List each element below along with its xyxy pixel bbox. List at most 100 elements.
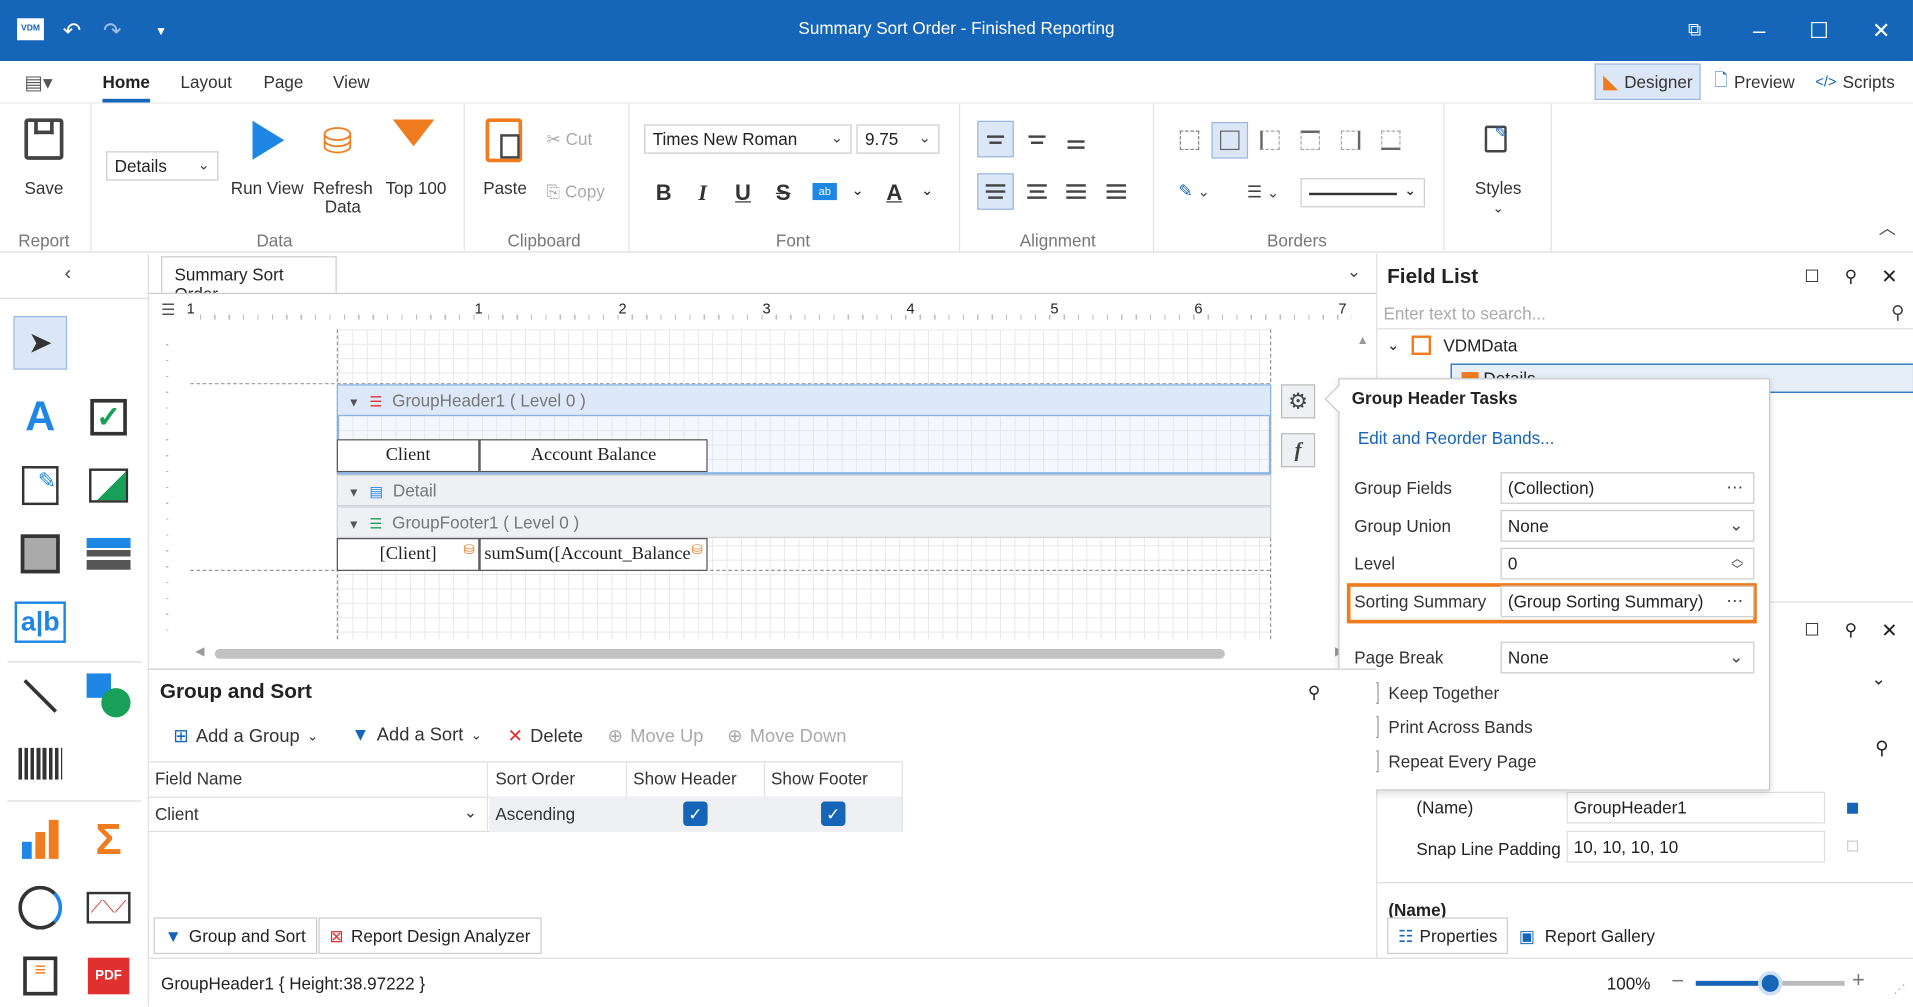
styles-button[interactable]: Styles ⌄ — [1466, 179, 1529, 218]
styles-icon[interactable]: ✎ — [1484, 123, 1508, 153]
close-icon[interactable]: ✕ — [1867, 16, 1896, 45]
tree-item-root[interactable]: ⌄ VDMData — [1387, 335, 1517, 356]
shape-tool[interactable] — [82, 669, 136, 723]
gauge-tool[interactable] — [13, 881, 67, 935]
file-menu-icon[interactable]: ▤▾ — [24, 71, 56, 94]
column-header-order[interactable]: Sort Order — [489, 761, 628, 797]
client-header-cell[interactable]: Client — [336, 439, 480, 473]
chevron-down-icon[interactable]: ⌄ — [1871, 669, 1885, 690]
report-gallery-tab[interactable]: ▣ Report Gallery — [1509, 917, 1665, 954]
maximize-panel-icon[interactable]: ☐ — [1804, 266, 1819, 287]
smart-tag-gear-button[interactable]: ⚙ — [1281, 384, 1316, 419]
underline-button[interactable]: U — [727, 177, 759, 209]
edit-reorder-bands-link[interactable]: Edit and Reorder Bands... — [1358, 428, 1555, 448]
collapse-icon[interactable]: ▼ — [348, 519, 360, 532]
balance-value-cell[interactable]: sumSum([Account_Balance ⛁ — [479, 538, 708, 571]
snap-line-input[interactable]: 10, 10, 10, 10 — [1566, 830, 1826, 863]
collapse-icon[interactable]: ▼ — [348, 487, 360, 500]
chevron-down-icon[interactable]: ⌄ — [921, 182, 933, 199]
align-top-right-button[interactable] — [1058, 126, 1095, 163]
spinner-icon[interactable]: ︿ ﹀ — [1731, 553, 1743, 576]
band-combo[interactable]: Details ⌄ — [106, 151, 219, 181]
ellipsis-icon[interactable]: ⋯ — [1726, 590, 1743, 611]
column-header-show-header[interactable]: Show Header — [627, 761, 765, 797]
border-right-icon[interactable] — [1340, 130, 1361, 151]
move-down-button[interactable]: ⊕ Move Down — [727, 725, 846, 746]
balance-header-cell[interactable]: Account Balance — [479, 439, 708, 473]
group-fields-input[interactable]: (Collection) ⋯ — [1500, 472, 1755, 504]
zoom-out-icon[interactable]: − — [1671, 969, 1684, 995]
client-value-cell[interactable]: [Client] ⛁ — [336, 538, 480, 571]
property-name-input[interactable]: GroupHeader1 — [1566, 791, 1826, 824]
collapse-icon[interactable]: ▼ — [348, 397, 360, 410]
zoom-slider-thumb[interactable] — [1758, 971, 1783, 996]
run-view-icon[interactable] — [252, 120, 285, 160]
page-break-select[interactable]: None ⌄ — [1500, 641, 1755, 674]
horizontal-scroll-thumb[interactable] — [214, 649, 1225, 659]
align-justify-left-button[interactable] — [977, 173, 1014, 210]
detail-band[interactable]: ▼ ▤ Detail — [336, 474, 1272, 507]
border-dash-style-combo[interactable]: ⌄ — [1300, 178, 1425, 208]
resize-grip-icon[interactable]: ⋰ — [1893, 983, 1905, 996]
font-family-combo[interactable]: Times New Roman ⌄ — [644, 124, 852, 154]
pdf-tool[interactable]: PDF — [82, 949, 136, 1003]
line-tool[interactable] — [13, 669, 67, 723]
designer-button[interactable]: ◣ Designer — [1594, 63, 1702, 101]
run-view-button[interactable]: Run View — [227, 179, 308, 197]
align-top-left-button[interactable] — [977, 120, 1014, 158]
ruler-menu-icon[interactable]: ☰ — [161, 300, 175, 320]
font-size-combo[interactable]: 9.75 ⌄ — [856, 124, 940, 154]
refresh-data-icon[interactable]: ⛁ — [322, 121, 361, 165]
label-tool[interactable]: A — [13, 390, 67, 444]
properties-tab[interactable]: ☷ Properties — [1387, 917, 1509, 955]
table-tool[interactable] — [82, 527, 136, 581]
barcode-tool[interactable] — [13, 737, 67, 791]
document-tab[interactable]: Summary Sort Order — [161, 256, 337, 304]
top100-button[interactable]: Top 100 — [381, 179, 452, 197]
sorting-summary-input[interactable]: (Group Sorting Summary) ⋯ — [1500, 585, 1755, 618]
italic-button[interactable]: I — [687, 177, 719, 209]
highlight-color-button[interactable]: ab — [812, 183, 837, 201]
scroll-up-icon[interactable]: ▲ — [1357, 334, 1369, 347]
border-all-button[interactable] — [1211, 122, 1249, 159]
chevron-down-icon[interactable]: ⌄ — [852, 182, 864, 199]
align-top-center-button[interactable] — [1019, 121, 1056, 158]
pin-panel-icon[interactable]: ⚲ — [1308, 682, 1321, 703]
minimize-icon[interactable]: – — [1745, 16, 1774, 45]
level-spinner[interactable]: 0 ︿ ﹀ — [1500, 547, 1755, 580]
tab-view[interactable]: View — [333, 72, 370, 92]
add-group-button[interactable]: ⊞ Add a Group ⌄ — [173, 725, 318, 746]
field-name-select[interactable]: Client ⌄ — [149, 796, 488, 833]
richtext-tool[interactable]: ✎ — [13, 459, 67, 513]
align-right-button[interactable] — [1058, 173, 1095, 210]
strikethrough-button[interactable]: S — [767, 177, 799, 209]
close-panel-icon[interactable]: ✕ — [1881, 619, 1897, 643]
summary-tool[interactable]: Σ — [82, 813, 136, 867]
border-bottom-icon[interactable] — [1381, 130, 1401, 151]
maximize-panel-icon[interactable]: ☐ — [1804, 620, 1819, 641]
add-sort-button[interactable]: ▼ Add a Sort ⌄ — [351, 725, 482, 746]
save-icon[interactable] — [24, 118, 64, 160]
cut-button[interactable]: ✂ Cut — [547, 130, 593, 149]
scripts-button[interactable]: </> Scripts — [1807, 63, 1904, 100]
group-footer-band[interactable]: ▼ ☰ GroupFooter1 ( Level 0 ) — [336, 506, 1272, 539]
column-header-show-footer[interactable]: Show Footer — [765, 761, 903, 797]
field-search-input[interactable]: Enter text to search... ⚲ — [1377, 298, 1913, 330]
column-header-field[interactable]: Field Name — [149, 761, 488, 797]
border-color-icon[interactable]: ✎ ⌄ — [1179, 181, 1210, 202]
save-button[interactable]: Save — [17, 179, 71, 197]
restore-app-icon[interactable]: ⧉ — [1680, 16, 1709, 45]
tab-home[interactable]: Home — [102, 72, 150, 103]
tab-page[interactable]: Page — [264, 72, 304, 92]
checkbox-tool[interactable]: ✓ — [82, 390, 136, 444]
show-header-checkbox[interactable]: ✓ — [683, 801, 708, 826]
character-comb-tool[interactable]: a|b — [13, 595, 67, 649]
preview-button[interactable]: 🗋 Preview — [1706, 63, 1804, 100]
group-union-select[interactable]: None ⌄ — [1500, 509, 1755, 542]
scroll-left-icon[interactable]: ◀ — [195, 645, 204, 658]
bold-button[interactable]: B — [648, 177, 680, 209]
ellipsis-icon[interactable]: ⋯ — [1726, 477, 1743, 498]
collapse-ribbon-icon[interactable]: ︿ — [1879, 216, 1896, 240]
collapse-toolbox-icon[interactable]: ‹ — [65, 264, 72, 286]
top100-icon[interactable] — [392, 119, 435, 147]
